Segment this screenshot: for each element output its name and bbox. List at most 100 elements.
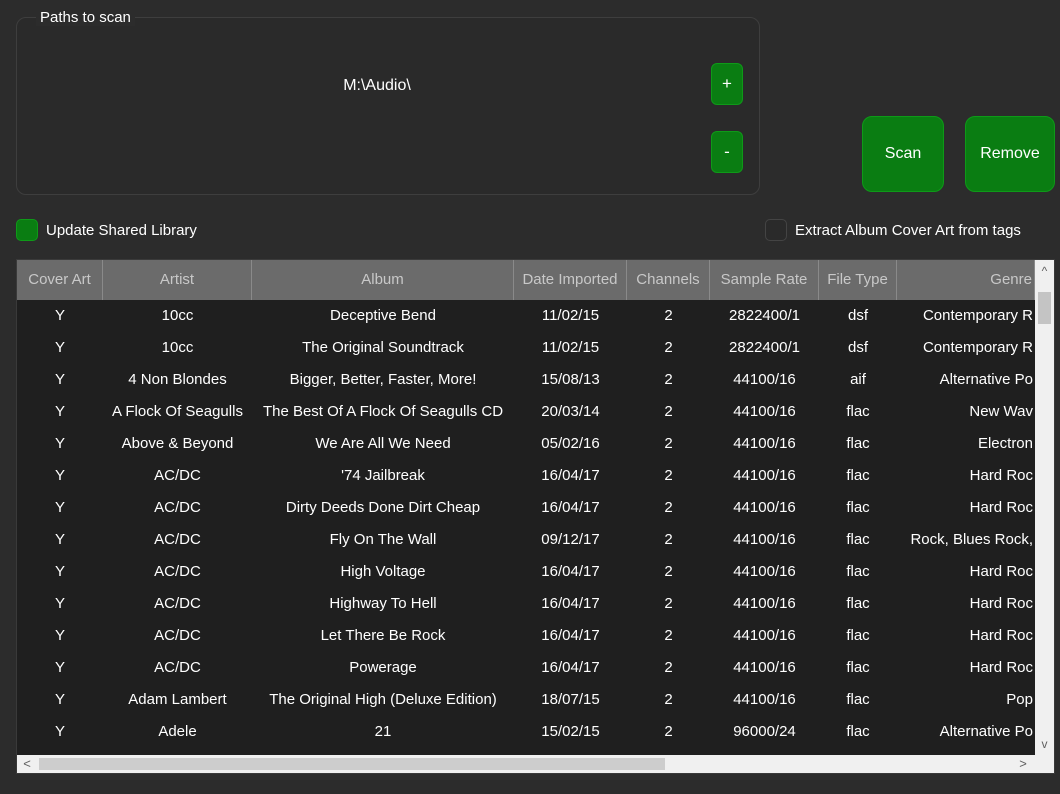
cell-artist: AC/DC: [154, 531, 201, 548]
column-header-file-type[interactable]: File Type: [819, 260, 897, 300]
table-row[interactable]: Y Above & Beyond We Are All We Need 05/02/1…: [17, 428, 1035, 460]
cell-artist: 10cc: [161, 307, 194, 324]
update-shared-library-label: Update Shared Library: [46, 221, 197, 239]
table-row[interactable]: Y AC/DC Highway To Hell 16/04/17 2 44100/16 fl…: [17, 588, 1035, 620]
path-list-item[interactable]: M:\Audio\: [16, 77, 758, 95]
scroll-left-icon[interactable]: <: [17, 755, 37, 773]
cell-cover-art: Y: [54, 403, 65, 420]
cell-cover-art: Y: [54, 659, 65, 676]
table-row[interactable]: Y Adam Lambert The Original High (Deluxe E…: [17, 684, 1035, 716]
cell-file-type: flac: [846, 691, 870, 708]
vertical-scroll-thumb[interactable]: [1038, 292, 1051, 324]
column-header-sample-rate[interactable]: Sample Rate: [710, 260, 819, 300]
cell-file-type: flac: [846, 595, 870, 612]
cell-cover-art: Y: [54, 467, 65, 484]
cell-channels: 2: [664, 467, 673, 484]
cell-date-imported: 18/07/15: [541, 691, 600, 708]
path-label: M:\Audio\: [343, 77, 411, 94]
cell-date-imported: 09/12/17: [541, 531, 600, 548]
cell-genre: Hard Roc: [969, 563, 1033, 580]
table-row[interactable]: Y AC/DC Dirty Deeds Done Dirt Cheap 16/04/1…: [17, 492, 1035, 524]
horizontal-scroll-thumb[interactable]: [39, 758, 665, 770]
cell-genre: Alternative Po: [939, 723, 1033, 740]
add-path-button[interactable]: +: [711, 63, 743, 105]
column-header-date-imported[interactable]: Date Imported: [514, 260, 627, 300]
scan-button[interactable]: Scan: [862, 116, 944, 192]
cell-genre: Hard Roc: [969, 595, 1033, 612]
cell-artist: AC/DC: [154, 563, 201, 580]
cell-cover-art: Y: [54, 723, 65, 740]
cell-date-imported: 16/04/17: [541, 499, 600, 516]
cell-genre: Contemporary R: [922, 307, 1033, 324]
cell-album: Highway To Hell: [329, 595, 437, 612]
cell-album: Dirty Deeds Done Dirt Cheap: [285, 499, 481, 516]
cell-channels: 2: [664, 723, 673, 740]
cell-sample-rate: 44100/16: [733, 531, 796, 548]
vertical-scrollbar[interactable]: ^ v: [1035, 260, 1054, 755]
scroll-down-icon[interactable]: v: [1035, 733, 1054, 755]
column-header-album[interactable]: Album: [252, 260, 514, 300]
cell-date-imported: 16/04/17: [541, 563, 600, 580]
extract-cover-art-label: Extract Album Cover Art from tags: [795, 221, 1021, 239]
cell-artist: AC/DC: [154, 659, 201, 676]
extract-cover-art-checkbox[interactable]: [765, 219, 787, 241]
table-row[interactable]: Y 10cc The Original Soundtrack 11/02/15 2 282…: [17, 332, 1035, 364]
table-row[interactable]: Y A Flock Of Seagulls The Best Of A Flock …: [17, 396, 1035, 428]
cell-album: Fly On The Wall: [329, 531, 437, 548]
cell-file-type: flac: [846, 531, 870, 548]
column-header-cover-art[interactable]: Cover Art: [17, 260, 103, 300]
remove-button[interactable]: Remove: [965, 116, 1055, 192]
cell-channels: 2: [664, 403, 673, 420]
cell-date-imported: 16/04/17: [541, 659, 600, 676]
table-row[interactable]: Y 4 Non Blondes Bigger, Better, Faster, Mo…: [17, 364, 1035, 396]
paths-group-title: Paths to scan: [36, 9, 135, 26]
table-row[interactable]: Y AC/DC Fly On The Wall 09/12/17 2 44100/16 fl…: [17, 524, 1035, 556]
cell-file-type: aif: [850, 371, 866, 388]
cell-cover-art: Y: [54, 499, 65, 516]
table-row[interactable]: Y AC/DC '74 Jailbreak 16/04/17 2 44100/16 flac…: [17, 460, 1035, 492]
cell-artist: 4 Non Blondes: [128, 371, 227, 388]
scroll-up-icon[interactable]: ^: [1035, 260, 1054, 282]
cell-genre: Hard Roc: [969, 499, 1033, 516]
table-row[interactable]: Y Adele 21 15/02/15 2 96000/24 flac Alternative…: [17, 716, 1035, 748]
table-row[interactable]: Y 10cc Deceptive Bend 11/02/15 2 2822400/1 dsf…: [17, 300, 1035, 332]
scroll-right-icon[interactable]: >: [1013, 755, 1033, 773]
update-shared-library-option[interactable]: Update Shared Library: [16, 219, 197, 241]
cell-file-type: flac: [846, 499, 870, 516]
horizontal-scrollbar[interactable]: < >: [17, 755, 1035, 773]
cell-genre: New Wav: [969, 403, 1033, 420]
library-table[interactable]: Cover Art Artist Album Date Imported Cha…: [16, 259, 1055, 774]
cell-channels: 2: [664, 531, 673, 548]
cell-album: Powerage: [349, 659, 417, 676]
cell-artist: AC/DC: [154, 595, 201, 612]
cell-sample-rate: 44100/16: [733, 595, 796, 612]
cell-genre: Rock, Blues Rock,: [910, 531, 1033, 548]
cell-artist: Adele: [158, 723, 197, 740]
cell-cover-art: Y: [54, 691, 65, 708]
cell-date-imported: 16/04/17: [541, 627, 600, 644]
cell-channels: 2: [664, 499, 673, 516]
cell-date-imported: 15/08/13: [541, 371, 600, 388]
remove-path-button[interactable]: -: [711, 131, 743, 173]
table-row[interactable]: Y AC/DC Powerage 16/04/17 2 44100/16 flac Hard …: [17, 652, 1035, 684]
column-header-artist[interactable]: Artist: [103, 260, 252, 300]
cell-album: High Voltage: [340, 563, 426, 580]
cell-date-imported: 11/02/15: [541, 307, 600, 324]
table-row[interactable]: Y AC/DC High Voltage 16/04/17 2 44100/16 flac H…: [17, 556, 1035, 588]
cell-sample-rate: 44100/16: [733, 435, 796, 452]
column-header-genre[interactable]: Genre: [897, 260, 1035, 300]
cell-cover-art: Y: [54, 371, 65, 388]
update-shared-library-checkbox[interactable]: [16, 219, 38, 241]
cell-sample-rate: 44100/16: [733, 691, 796, 708]
cell-channels: 2: [664, 627, 673, 644]
column-header-channels[interactable]: Channels: [627, 260, 710, 300]
extract-cover-art-option[interactable]: Extract Album Cover Art from tags: [765, 219, 1021, 241]
table-header: Cover Art Artist Album Date Imported Cha…: [17, 260, 1035, 300]
cell-file-type: flac: [846, 723, 870, 740]
table-row[interactable]: Y AC/DC Let There Be Rock 16/04/17 2 44100/16…: [17, 620, 1035, 652]
cell-date-imported: 20/03/14: [541, 403, 600, 420]
cell-sample-rate: 44100/16: [733, 403, 796, 420]
cell-cover-art: Y: [54, 563, 65, 580]
cell-file-type: flac: [846, 563, 870, 580]
cell-cover-art: Y: [54, 595, 65, 612]
